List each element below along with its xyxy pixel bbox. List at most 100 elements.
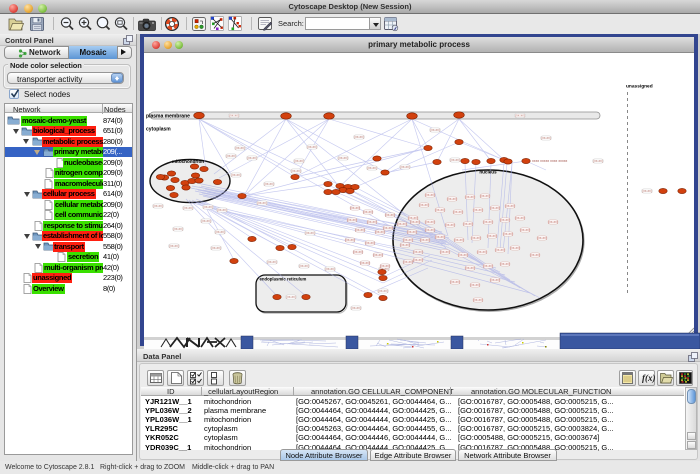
svg-text:(xx-xx): (xx-xx) (257, 201, 267, 205)
svg-text:(xx-xx): (xx-xx) (203, 205, 213, 209)
svg-text:(xx-xx): (xx-xx) (425, 228, 435, 232)
svg-text:(xx-xx): (xx-xx) (173, 227, 183, 231)
svg-text:(xx-xx): (xx-xx) (520, 228, 530, 232)
svg-text:(xx-xx): (xx-xx) (373, 253, 383, 257)
svg-text:(xx-xx): (xx-xx) (354, 135, 364, 139)
svg-text:(xx-xx): (xx-xx) (201, 219, 211, 223)
svg-text:(xx-xx): (xx-xx) (226, 154, 236, 158)
svg-text:(xx-xx): (xx-xx) (419, 203, 429, 207)
svg-text:(xx-xx): (xx-xx) (403, 260, 413, 264)
svg-text:(xx-xx): (xx-xx) (413, 258, 423, 262)
svg-text:(xx-xx): (xx-xx) (400, 243, 410, 247)
svg-text:(xx-xx): (xx-xx) (267, 260, 277, 264)
svg-text:(xx-xx): (xx-xx) (447, 197, 457, 201)
svg-text:(xx-xx): (xx-xx) (385, 213, 395, 217)
svg-text:xxxx xxxxx xxxx xxxxx: xxxx xxxxx xxxx xxxxx (532, 159, 568, 163)
svg-text:(xx-xx): (xx-xx) (500, 262, 510, 266)
svg-text:(xx-xx): (xx-xx) (407, 230, 417, 234)
svg-text:endoplasmic reticulum: endoplasmic reticulum (260, 277, 307, 282)
svg-text:(xx-xx): (xx-xx) (413, 250, 423, 254)
svg-text:(xx-xx): (xx-xx) (235, 146, 245, 150)
svg-text:(xx-xx): (xx-xx) (454, 238, 464, 242)
svg-text:cytoplasm: cytoplasm (146, 127, 171, 133)
svg-text:(xx-xx): (xx-xx) (380, 264, 390, 268)
svg-text:(xx-xx): (xx-xx) (490, 278, 500, 282)
svg-text:(xx-xx): (xx-xx) (211, 246, 221, 250)
svg-text:(xx-xx): (xx-xx) (483, 264, 493, 268)
svg-text:(xx-xx): (xx-xx) (425, 193, 435, 197)
svg-text:(xx-xx): (xx-xx) (353, 250, 363, 254)
svg-text:(xx-xx): (xx-xx) (400, 165, 410, 169)
svg-text:(xx-xx): (xx-xx) (183, 206, 193, 210)
svg-text:(xx-xx): (xx-xx) (355, 228, 365, 232)
svg-text:(xx-xx): (xx-xx) (286, 295, 296, 299)
svg-text:(xx-xx): (xx-xx) (338, 156, 348, 160)
svg-text:(xx-xx): (xx-xx) (445, 223, 455, 227)
svg-text:(xx-xx): (xx-xx) (458, 253, 468, 257)
svg-text:(xx-xx): (xx-xx) (430, 128, 440, 132)
svg-text:(xx-xx): (xx-xx) (463, 222, 473, 226)
svg-text:(xx-xx): (xx-xx) (169, 244, 179, 248)
svg-text:(xx-xx): (xx-xx) (383, 226, 393, 230)
svg-text:plasma membrane: plasma membrane (146, 114, 190, 120)
svg-text:(xx-xx): (xx-xx) (264, 182, 274, 186)
svg-text:(xx-xx): (xx-xx) (453, 210, 463, 214)
svg-text:(xx-xx): (xx-xx) (229, 114, 239, 118)
svg-text:(xx-xx): (xx-xx) (495, 248, 505, 252)
svg-text:(xx-xx): (xx-xx) (153, 204, 163, 208)
svg-text:(xx-xx): (xx-xx) (403, 238, 413, 242)
svg-text:(xx-xx): (xx-xx) (642, 189, 652, 193)
svg-text:(xx-xx): (xx-xx) (505, 204, 515, 208)
svg-text:(xx-xx): (xx-xx) (471, 236, 481, 240)
svg-text:(xx-xx): (xx-xx) (465, 266, 475, 270)
svg-text:(xx-xx): (xx-xx) (450, 280, 460, 284)
svg-text:(xx-xx): (xx-xx) (367, 220, 377, 224)
svg-text:(xx-xx): (xx-xx) (515, 114, 525, 118)
svg-text:(xx-xx): (xx-xx) (294, 159, 304, 163)
svg-text:(xx-xx): (xx-xx) (425, 220, 435, 224)
svg-text:(xx-xx): (xx-xx) (483, 220, 493, 224)
svg-text:(xx-xx): (xx-xx) (247, 156, 257, 160)
svg-text:(xx-xx): (xx-xx) (420, 238, 430, 242)
svg-text:(xx-xx): (xx-xx) (473, 298, 483, 302)
svg-text:(xx-xx): (xx-xx) (363, 210, 373, 214)
svg-text:(xx-xx): (xx-xx) (375, 230, 385, 234)
svg-text:(xx-xx): (xx-xx) (378, 289, 388, 293)
svg-text:(xx-xx): (xx-xx) (473, 208, 483, 212)
svg-text:(xx-xx): (xx-xx) (215, 230, 225, 234)
svg-text:(xx-xx): (xx-xx) (351, 306, 361, 310)
svg-text:(xx-xx): (xx-xx) (305, 231, 315, 235)
svg-text:(xx-xx): (xx-xx) (530, 253, 540, 257)
svg-text:(xx-xx): (xx-xx) (487, 234, 497, 238)
svg-text:(xx-xx): (xx-xx) (593, 159, 603, 163)
svg-text:(xx-xx): (xx-xx) (435, 208, 445, 212)
svg-text:(xx-xx): (xx-xx) (435, 235, 445, 239)
svg-text:(xx-xx): (xx-xx) (515, 216, 525, 220)
svg-text:(xx-xx): (xx-xx) (450, 158, 460, 162)
svg-text:(xx-xx): (xx-xx) (367, 166, 377, 170)
svg-text:(xx-xx): (xx-xx) (217, 208, 227, 212)
svg-text:(xx-xx): (xx-xx) (397, 222, 407, 226)
svg-text:(xx-xx): (xx-xx) (490, 206, 500, 210)
svg-text:(xx-xx): (xx-xx) (470, 283, 480, 287)
svg-text:(xx-xx): (xx-xx) (365, 241, 375, 245)
svg-text:(xx-xx): (xx-xx) (477, 250, 487, 254)
svg-text:(xx-xx): (xx-xx) (291, 169, 301, 173)
svg-text:(xx-xx): (xx-xx) (537, 236, 547, 240)
svg-text:unassigned: unassigned (626, 84, 653, 90)
svg-text:(xx-xx): (xx-xx) (231, 173, 241, 177)
svg-text:(xx-xx): (xx-xx) (350, 206, 360, 210)
svg-text:(xx-xx): (xx-xx) (347, 218, 357, 222)
svg-text:(xx-xx): (xx-xx) (548, 220, 558, 224)
svg-text:(xx-xx): (xx-xx) (307, 145, 317, 149)
svg-text:(xx-xx): (xx-xx) (410, 220, 420, 224)
svg-text:(xx-xx): (xx-xx) (465, 195, 475, 199)
svg-text:(xx-xx): (xx-xx) (325, 267, 335, 271)
svg-text:mitochondrion: mitochondrion (172, 159, 204, 164)
svg-text:(xx-xx): (xx-xx) (510, 246, 520, 250)
svg-text:(xx-xx): (xx-xx) (299, 264, 309, 268)
svg-text:(xx-xx): (xx-xx) (360, 261, 370, 265)
svg-text:(xx-xx): (xx-xx) (480, 194, 490, 198)
svg-text:(xx-xx): (xx-xx) (345, 238, 355, 242)
svg-text:(xx-xx): (xx-xx) (503, 232, 513, 236)
